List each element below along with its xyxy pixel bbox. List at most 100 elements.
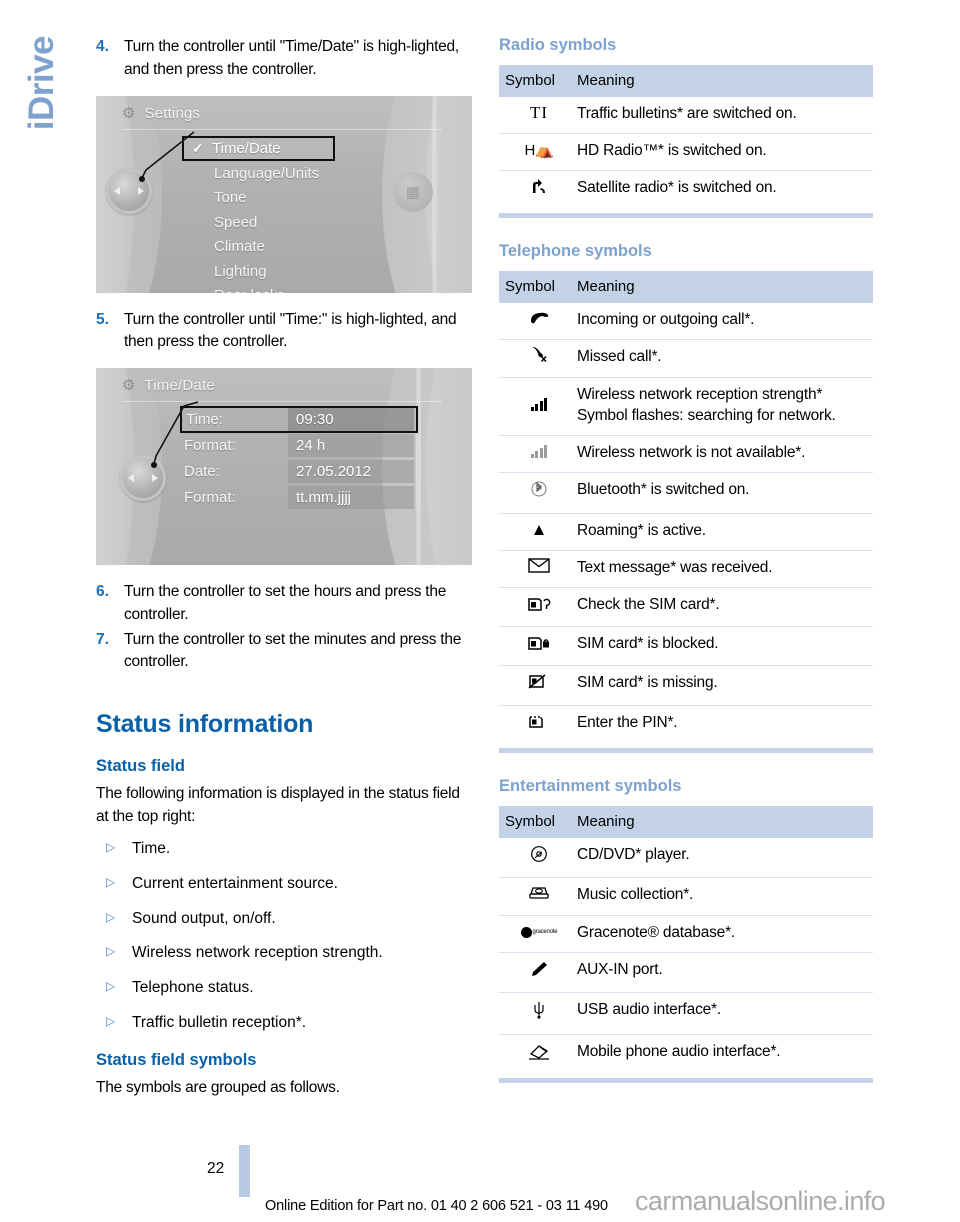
menu-item-label: Time/Date — [212, 139, 281, 157]
roaming-triangle-icon: ▲ — [499, 513, 577, 551]
triangle-bullet-icon: ▷ — [106, 909, 116, 924]
callout-leader-line — [151, 401, 199, 469]
screen-header: ⚙ Settings — [122, 105, 454, 122]
row-meaning: Wireless network is not available*. — [577, 435, 873, 474]
list-item-label: Current entertainment source. — [132, 874, 338, 892]
page-footer: 22 Online Edition for Part no. 01 40 2 6… — [0, 1142, 960, 1222]
row-meaning: SIM card* is missing. — [577, 665, 873, 706]
menu-item-label: Climate — [214, 238, 265, 256]
table-row: SIM card* is missing. — [499, 665, 873, 706]
list-item: ▷ Traffic bulletin reception*. — [96, 1012, 474, 1034]
triangle-bullet-icon: ▷ — [106, 874, 116, 889]
list-item-label: Traffic bulletin reception*. — [132, 1013, 307, 1031]
table-footer-bar — [499, 747, 873, 753]
cd-dvd-icon — [499, 837, 577, 879]
heading-entertainment-symbols: Entertainment symbols — [499, 776, 682, 795]
list-item: ▷ Time. — [96, 838, 474, 860]
table-row: Text message* was received. — [499, 550, 873, 588]
menu-item-label: Speed — [214, 213, 258, 231]
table-header-row: Symbol Meaning — [499, 805, 873, 838]
table-row: gracenote Gracenote® database*. — [499, 915, 873, 954]
table-footer-bar — [499, 1077, 873, 1083]
step-text: Turn the controller until "Time/Date" is… — [124, 38, 459, 78]
row-meaning: Roaming* is active. — [577, 513, 873, 551]
triangle-bullet-icon: ▷ — [106, 944, 116, 959]
page-marker-bar — [239, 1145, 250, 1197]
list-item-label: Telephone status. — [132, 978, 254, 996]
table-row: USB audio interface*. — [499, 992, 873, 1035]
chapter-tab-label: iDrive — [21, 36, 61, 131]
aux-plug-glyph — [532, 962, 547, 977]
menu-item-climate[interactable]: Climate — [184, 235, 335, 260]
idrive-screenshot-timedate: ⚙ Time/Date Time: 09:30 Format: 24 h Dat… — [96, 368, 472, 566]
table-row: SIM card* is blocked. — [499, 626, 873, 667]
menu-item-speed[interactable]: Speed — [184, 210, 335, 235]
disc-glyph — [531, 845, 547, 862]
row-meaning: SIM card* is blocked. — [577, 626, 873, 667]
row-meaning: Enter the PIN*. — [577, 713, 678, 731]
menu-item-language-units[interactable]: Language/Units — [184, 161, 335, 186]
page-number: 22 — [207, 1160, 225, 1177]
triangle-bullet-icon: ▷ — [106, 978, 116, 993]
screen-header: ⚙ Time/Date — [122, 377, 454, 394]
table-row: Check the SIM card*. — [499, 587, 873, 628]
column-header-symbol: Symbol — [499, 65, 577, 97]
table-row: Mobile phone audio interface*. — [499, 1034, 873, 1074]
sim-missing-glyph — [528, 674, 546, 689]
menu-item-lighting[interactable]: Lighting — [184, 259, 335, 284]
list-item: ▷ Wireless network reception strength. — [96, 942, 474, 964]
list-item: ▷ Current entertainment source. — [96, 873, 474, 895]
traffic-information-icon: TI — [499, 97, 577, 134]
music-collection-icon — [499, 877, 577, 917]
step-item: 4. Turn the controller until "Time/Date"… — [96, 36, 474, 82]
row-meaning: Gracenote® database*. — [577, 915, 873, 954]
missed-call-icon — [499, 339, 577, 379]
row-meaning: Text message* was received. — [577, 550, 873, 588]
table-row: H⛺ HD Radio™* is switched on. — [499, 133, 873, 171]
steps-mid: 5. Turn the controller until "Time:" is … — [96, 309, 474, 355]
status-field-bullet-list: ▷ Time. ▷ Current entertainment source. … — [96, 838, 474, 1033]
row-meaning: Missed call*. — [577, 339, 873, 379]
table-row: Bluetooth* is switched on. — [499, 472, 873, 514]
entertainment-symbols-table: Symbol Meaning CD/DVD* player. Music col… — [499, 805, 873, 1074]
manual-page: iDrive 4. Turn the controller until "Tim… — [0, 0, 960, 1222]
heading-telephone-symbols: Telephone symbols — [499, 242, 652, 261]
column-header-meaning: Meaning — [577, 65, 873, 97]
table-row: TI Traffic bulletins* are switched on. — [499, 97, 873, 134]
table-row: Wireless network reception strength* Sym… — [499, 377, 873, 437]
setting-row-date-format[interactable]: Format: tt.mm.jjjj — [184, 486, 418, 510]
menu-item-tone[interactable]: Tone — [184, 186, 335, 211]
row-meaning: Incoming or outgoing call*. — [577, 303, 873, 341]
missed-call-glyph — [531, 346, 547, 363]
table-row: Enter the PIN*. — [499, 705, 873, 744]
row-meaning: HD Radio™* is switched on. — [577, 133, 873, 171]
telephone-symbols-table: Symbol Meaning Incoming or outgoing call… — [499, 271, 873, 744]
satellite-radio-icon — [499, 170, 577, 209]
gear-icon: ⚙ — [122, 377, 136, 395]
setting-value: 24 h — [288, 434, 414, 458]
subheading-status-field-symbols: Status field symbols — [96, 1051, 257, 1070]
status-field-intro: The following information is displayed i… — [96, 785, 460, 825]
collection-glyph — [529, 887, 549, 899]
menu-item-label: Door locks — [214, 287, 285, 293]
edition-line: Online Edition for Part no. 01 40 2 606 … — [265, 1198, 608, 1214]
table-header-row: Symbol Meaning — [499, 65, 873, 97]
row-meaning: AUX-IN port. — [577, 952, 873, 994]
row-meaning: Satellite radio* is switched on. — [577, 178, 777, 196]
column-header-symbol: Symbol — [499, 805, 577, 838]
table-header-row: Symbol Meaning — [499, 271, 873, 304]
table-row: ▲ Roaming* is active. — [499, 513, 873, 551]
menu-item-label: Tone — [214, 189, 247, 207]
signal-bars-icon — [499, 377, 577, 437]
table-row: AUX-IN port. — [499, 952, 873, 994]
row-meaning: Mobile phone audio interface*. — [577, 1042, 781, 1060]
step-text: Turn the controller to set the hours and… — [124, 583, 447, 623]
table-row: Satellite radio* is switched on. — [499, 170, 873, 209]
table-row: CD/DVD* player. — [499, 837, 873, 879]
section-heading-status-information: Status information — [96, 710, 314, 739]
envelope-glyph — [528, 557, 550, 573]
radio-symbols-table: Symbol Meaning TI Traffic bulletins* are… — [499, 65, 873, 209]
setting-value: 27.05.2012 — [288, 460, 414, 484]
menu-item-door-locks[interactable]: Door locks — [184, 284, 335, 293]
row-meaning: Music collection*. — [577, 877, 873, 917]
